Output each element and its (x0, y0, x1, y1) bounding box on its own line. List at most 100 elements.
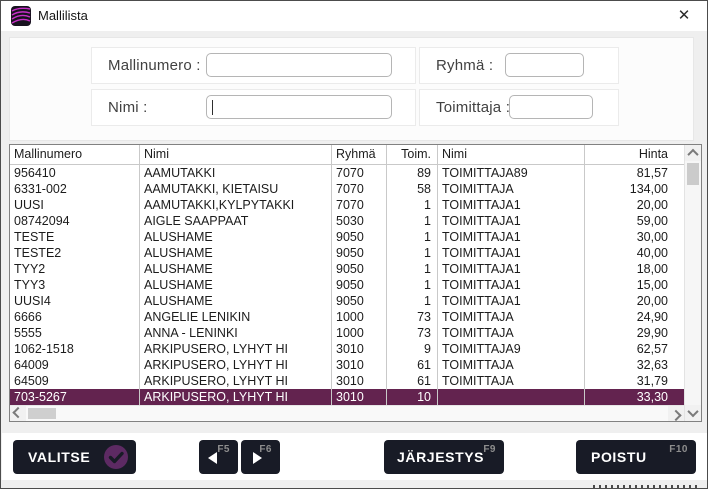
table-cell: 10 (387, 389, 438, 405)
table-cell: TOIMITTAJA1 (438, 277, 585, 293)
horizontal-scrollbar[interactable] (10, 405, 684, 421)
table-cell: TOIMITTAJA1 (438, 293, 585, 309)
table-cell: 15,00 (585, 277, 684, 293)
column-header[interactable]: Ryhmä (332, 145, 387, 164)
toimittaja-input[interactable] (509, 95, 593, 119)
table-row[interactable]: 956410AAMUTAKKI707089TOIMITTAJA8981,57 (10, 165, 684, 181)
table-cell: AAMUTAKKI,KYLPYTAKKI (140, 197, 332, 213)
table-cell: 1 (387, 261, 438, 277)
action-bar: VALITSE F5 F6 JÄRJESTYS F9 POISTU F10 (2, 433, 707, 480)
previous-button[interactable]: F5 (199, 440, 238, 474)
table-cell: 1062-1518 (10, 341, 140, 357)
scroll-down-button[interactable] (685, 405, 701, 421)
table-row[interactable]: UUSIAAMUTAKKI,KYLPYTAKKI70701TOIMITTAJA1… (10, 197, 684, 213)
table-row[interactable]: TYY3ALUSHAME90501TOIMITTAJA115,00 (10, 277, 684, 293)
table-cell: ARKIPUSERO, LYHYT HI (140, 389, 332, 405)
ryhma-input[interactable] (505, 53, 584, 77)
column-header[interactable]: Nimi (438, 145, 585, 164)
app-logo-icon (11, 6, 31, 26)
table-cell: TOIMITTAJA (438, 357, 585, 373)
table-row[interactable]: TYY2ALUSHAME90501TOIMITTAJA118,00 (10, 261, 684, 277)
table-row[interactable]: 64009ARKIPUSERO, LYHYT HI301061TOIMITTAJ… (10, 357, 684, 373)
table-cell: 08742094 (10, 213, 140, 229)
column-header[interactable]: Hinta (585, 145, 684, 164)
table-cell: TOIMITTAJA (438, 309, 585, 325)
table-cell: TOIMITTAJA1 (438, 229, 585, 245)
vertical-scrollbar[interactable] (684, 145, 701, 421)
scroll-left-button[interactable] (10, 406, 26, 421)
exit-button[interactable]: POISTU F10 (576, 440, 696, 474)
checkmark-icon (103, 444, 129, 470)
toimittaja-label: Toimittaja : (436, 90, 510, 125)
table-cell: 1 (387, 197, 438, 213)
window-title: Mallilista (38, 1, 88, 31)
table-row[interactable]: UUSI4ALUSHAME90501TOIMITTAJA120,00 (10, 293, 684, 309)
table-cell: 18,00 (585, 261, 684, 277)
table-row[interactable]: 6666ANGELIE LENIKIN100073TOIMITTAJA24,90 (10, 309, 684, 325)
scroll-right-button[interactable] (668, 406, 684, 421)
table-cell: 703-5267 (10, 389, 140, 405)
mallinumero-group: Mallinumero : (91, 47, 416, 84)
table-cell: 64509 (10, 373, 140, 389)
table-cell: 1 (387, 245, 438, 261)
table-cell: 1 (387, 229, 438, 245)
table-cell: TOIMITTAJA (438, 373, 585, 389)
table-cell: TOIMITTAJA89 (438, 165, 585, 181)
ryhma-group: Ryhmä : (419, 47, 619, 84)
table-rows: 956410AAMUTAKKI707089TOIMITTAJA8981,5763… (10, 165, 684, 405)
mallinumero-input[interactable] (206, 53, 392, 77)
table-row[interactable]: 6331-002AAMUTAKKI, KIETAISU707058TOIMITT… (10, 181, 684, 197)
table-cell (438, 389, 585, 405)
table-cell: ALUSHAME (140, 293, 332, 309)
table-cell: 9050 (332, 229, 387, 245)
select-button-label: VALITSE (28, 440, 90, 474)
chevron-left-icon (12, 406, 23, 417)
table-cell: 9 (387, 341, 438, 357)
table-row[interactable]: 64509ARKIPUSERO, LYHYT HI301061TOIMITTAJ… (10, 373, 684, 389)
table-cell: ALUSHAME (140, 245, 332, 261)
table-cell: TOIMITTAJA (438, 325, 585, 341)
column-header[interactable]: Nimi (140, 145, 332, 164)
nimi-group: Nimi : (91, 89, 416, 126)
table-cell: TESTE (10, 229, 140, 245)
sort-button[interactable]: JÄRJESTYS F9 (384, 440, 504, 474)
table-header: MallinumeroNimiRyhmäToim.NimiHinta (10, 145, 684, 165)
table-cell: 33,30 (585, 389, 684, 405)
table-cell: ALUSHAME (140, 229, 332, 245)
table-cell: 30,00 (585, 229, 684, 245)
scroll-up-button[interactable] (685, 145, 701, 161)
table-row[interactable]: 703-5267ARKIPUSERO, LYHYT HI30101033,30 (10, 389, 684, 405)
table-row[interactable]: 1062-1518ARKIPUSERO, LYHYT HI30109TOIMIT… (10, 341, 684, 357)
table-cell: 62,57 (585, 341, 684, 357)
table-cell: 1 (387, 293, 438, 309)
table-cell: 9050 (332, 245, 387, 261)
next-button[interactable]: F6 (241, 440, 280, 474)
table-cell: TOIMITTAJA (438, 181, 585, 197)
next-fkey-label: F6 (259, 444, 272, 455)
table-cell: 1 (387, 277, 438, 293)
table-row[interactable]: 08742094AIGLE SAAPPAAT50301TOIMITTAJA159… (10, 213, 684, 229)
table-row[interactable]: TESTE2ALUSHAME90501TOIMITTAJA140,00 (10, 245, 684, 261)
chevron-down-icon (687, 406, 698, 417)
column-header[interactable]: Toim. (387, 145, 438, 164)
table-cell: 1 (387, 213, 438, 229)
table-cell: TESTE2 (10, 245, 140, 261)
table-row[interactable]: TESTEALUSHAME90501TOIMITTAJA130,00 (10, 229, 684, 245)
table-cell: AIGLE SAAPPAAT (140, 213, 332, 229)
horizontal-scroll-thumb[interactable] (28, 408, 56, 419)
table-row[interactable]: 5555ANNA - LENINKI100073TOIMITTAJA29,90 (10, 325, 684, 341)
table-cell: UUSI (10, 197, 140, 213)
table-cell: TOIMITTAJA1 (438, 197, 585, 213)
table-cell: 7070 (332, 197, 387, 213)
exit-button-label: POISTU (591, 440, 647, 474)
nimi-input[interactable] (206, 95, 392, 119)
close-icon[interactable]: ✕ (673, 5, 695, 27)
table-cell: 1000 (332, 325, 387, 341)
table-cell: 7070 (332, 165, 387, 181)
column-header[interactable]: Mallinumero (10, 145, 140, 164)
previous-fkey-label: F5 (217, 444, 230, 455)
table-cell: TOIMITTAJA1 (438, 245, 585, 261)
select-button[interactable]: VALITSE (13, 440, 136, 474)
vertical-scroll-thumb[interactable] (687, 163, 699, 185)
table-cell: 89 (387, 165, 438, 181)
